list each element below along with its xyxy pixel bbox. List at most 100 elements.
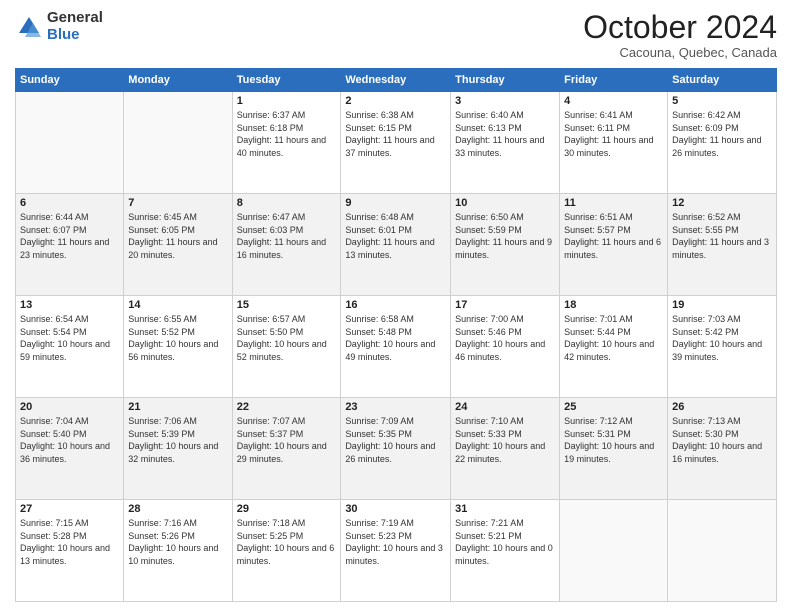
day-info: Sunrise: 7:16 AM Sunset: 5:26 PM Dayligh… [128, 517, 227, 567]
day-number: 9 [345, 197, 446, 209]
week-row-5: 27Sunrise: 7:15 AM Sunset: 5:28 PM Dayli… [16, 500, 777, 602]
day-info: Sunrise: 6:41 AM Sunset: 6:11 PM Dayligh… [564, 109, 663, 159]
day-info: Sunrise: 7:19 AM Sunset: 5:23 PM Dayligh… [345, 517, 446, 567]
day-cell: 22Sunrise: 7:07 AM Sunset: 5:37 PM Dayli… [232, 398, 341, 500]
title-block: October 2024 Cacouna, Quebec, Canada [583, 10, 777, 60]
subtitle: Cacouna, Quebec, Canada [583, 45, 777, 60]
day-info: Sunrise: 7:09 AM Sunset: 5:35 PM Dayligh… [345, 415, 446, 465]
day-info: Sunrise: 7:12 AM Sunset: 5:31 PM Dayligh… [564, 415, 663, 465]
day-number: 19 [672, 299, 772, 311]
logo-text: General Blue [47, 10, 103, 43]
day-info: Sunrise: 6:40 AM Sunset: 6:13 PM Dayligh… [455, 109, 555, 159]
day-cell: 26 Sunrise: 7:13 AM Sunset: 5:30 PM Dayli… [668, 398, 777, 500]
day-number: 20 [20, 401, 119, 413]
day-cell: 16 Sunrise: 6:58 AM Sunset: 5:48 PM Dayli… [341, 296, 451, 398]
col-header-thursday: Thursday [451, 69, 560, 92]
day-info: Sunrise: 7:01 AM Sunset: 5:44 PM Dayligh… [564, 313, 663, 363]
day-number: 29 [237, 503, 337, 515]
week-row-2: 6Sunrise: 6:44 AM Sunset: 6:07 PM Daylig… [16, 194, 777, 296]
day-cell [560, 500, 668, 602]
day-cell: 29 Sunrise: 7:18 AM Sunset: 5:25 PM Dayli… [232, 500, 341, 602]
day-info: Sunrise: 7:18 AM Sunset: 5:25 PM Dayligh… [237, 517, 337, 567]
day-cell: 4 Sunrise: 6:41 AM Sunset: 6:11 PM Daylig… [560, 92, 668, 194]
day-info: Sunrise: 7:21 AM Sunset: 5:21 PM Dayligh… [455, 517, 555, 567]
day-number: 23 [345, 401, 446, 413]
day-info: Sunrise: 6:52 AM Sunset: 5:55 PM Dayligh… [672, 211, 772, 261]
header-row: SundayMondayTuesdayWednesdayThursdayFrid… [16, 69, 777, 92]
day-cell: 15 Sunrise: 6:57 AM Sunset: 5:50 PM Dayli… [232, 296, 341, 398]
day-info: Sunrise: 6:45 AM Sunset: 6:05 PM Dayligh… [128, 211, 227, 261]
col-header-saturday: Saturday [668, 69, 777, 92]
day-cell: 19Sunrise: 7:03 AM Sunset: 5:42 PM Dayli… [668, 296, 777, 398]
day-cell: 2 Sunrise: 6:38 AM Sunset: 6:15 PM Daylig… [341, 92, 451, 194]
day-cell [668, 500, 777, 602]
day-number: 15 [237, 299, 337, 311]
day-cell: 30 Sunrise: 7:19 AM Sunset: 5:23 PM Dayli… [341, 500, 451, 602]
day-info: Sunrise: 6:38 AM Sunset: 6:15 PM Dayligh… [345, 109, 446, 159]
day-info: Sunrise: 7:07 AM Sunset: 5:37 PM Dayligh… [237, 415, 337, 465]
day-info: Sunrise: 6:58 AM Sunset: 5:48 PM Dayligh… [345, 313, 446, 363]
col-header-tuesday: Tuesday [232, 69, 341, 92]
day-number: 21 [128, 401, 227, 413]
col-header-monday: Monday [124, 69, 232, 92]
day-number: 30 [345, 503, 446, 515]
day-number: 1 [237, 95, 337, 107]
day-number: 16 [345, 299, 446, 311]
logo-general: General [47, 10, 103, 27]
day-cell [16, 92, 124, 194]
day-cell: 7 Sunrise: 6:45 AM Sunset: 6:05 PM Daylig… [124, 194, 232, 296]
day-number: 17 [455, 299, 555, 311]
day-cell: 1Sunrise: 6:37 AM Sunset: 6:18 PM Daylig… [232, 92, 341, 194]
day-info: Sunrise: 7:13 AM Sunset: 5:30 PM Dayligh… [672, 415, 772, 465]
day-info: Sunrise: 6:54 AM Sunset: 5:54 PM Dayligh… [20, 313, 119, 363]
day-info: Sunrise: 6:51 AM Sunset: 5:57 PM Dayligh… [564, 211, 663, 261]
day-info: Sunrise: 6:57 AM Sunset: 5:50 PM Dayligh… [237, 313, 337, 363]
day-number: 14 [128, 299, 227, 311]
day-cell: 8Sunrise: 6:47 AM Sunset: 6:03 PM Daylig… [232, 194, 341, 296]
day-number: 13 [20, 299, 119, 311]
day-cell: 20Sunrise: 7:04 AM Sunset: 5:40 PM Dayli… [16, 398, 124, 500]
logo: General Blue [15, 10, 103, 43]
day-number: 7 [128, 197, 227, 209]
day-number: 18 [564, 299, 663, 311]
day-cell [124, 92, 232, 194]
day-cell: 13 Sunrise: 6:54 AM Sunset: 5:54 PM Dayli… [16, 296, 124, 398]
day-number: 25 [564, 401, 663, 413]
day-cell: 31 Sunrise: 7:21 AM Sunset: 5:21 PM Dayli… [451, 500, 560, 602]
logo-blue: Blue [47, 27, 103, 44]
day-cell: 27Sunrise: 7:15 AM Sunset: 5:28 PM Dayli… [16, 500, 124, 602]
week-row-1: 1Sunrise: 6:37 AM Sunset: 6:18 PM Daylig… [16, 92, 777, 194]
day-info: Sunrise: 7:06 AM Sunset: 5:39 PM Dayligh… [128, 415, 227, 465]
day-cell: 23 Sunrise: 7:09 AM Sunset: 5:35 PM Dayli… [341, 398, 451, 500]
day-number: 2 [345, 95, 446, 107]
col-header-sunday: Sunday [16, 69, 124, 92]
week-row-3: 13 Sunrise: 6:54 AM Sunset: 5:54 PM Dayli… [16, 296, 777, 398]
day-number: 3 [455, 95, 555, 107]
page: General Blue October 2024 Cacouna, Quebe… [0, 0, 792, 612]
day-info: Sunrise: 6:44 AM Sunset: 6:07 PM Dayligh… [20, 211, 119, 261]
header: General Blue October 2024 Cacouna, Quebe… [15, 10, 777, 60]
day-number: 31 [455, 503, 555, 515]
day-number: 26 [672, 401, 772, 413]
day-info: Sunrise: 7:10 AM Sunset: 5:33 PM Dayligh… [455, 415, 555, 465]
col-header-wednesday: Wednesday [341, 69, 451, 92]
day-number: 4 [564, 95, 663, 107]
day-info: Sunrise: 6:48 AM Sunset: 6:01 PM Dayligh… [345, 211, 446, 261]
day-number: 27 [20, 503, 119, 515]
day-info: Sunrise: 6:50 AM Sunset: 5:59 PM Dayligh… [455, 211, 555, 261]
day-cell: 14 Sunrise: 6:55 AM Sunset: 5:52 PM Dayli… [124, 296, 232, 398]
day-cell: 28Sunrise: 7:16 AM Sunset: 5:26 PM Dayli… [124, 500, 232, 602]
day-number: 11 [564, 197, 663, 209]
day-cell: 10Sunrise: 6:50 AM Sunset: 5:59 PM Dayli… [451, 194, 560, 296]
day-cell: 21 Sunrise: 7:06 AM Sunset: 5:39 PM Dayli… [124, 398, 232, 500]
day-number: 12 [672, 197, 772, 209]
day-info: Sunrise: 6:55 AM Sunset: 5:52 PM Dayligh… [128, 313, 227, 363]
month-title: October 2024 [583, 10, 777, 45]
day-number: 8 [237, 197, 337, 209]
day-cell: 3 Sunrise: 6:40 AM Sunset: 6:13 PM Daylig… [451, 92, 560, 194]
calendar-table: SundayMondayTuesdayWednesdayThursdayFrid… [15, 68, 777, 602]
day-info: Sunrise: 6:42 AM Sunset: 6:09 PM Dayligh… [672, 109, 772, 159]
logo-icon [15, 13, 43, 41]
day-cell: 5Sunrise: 6:42 AM Sunset: 6:09 PM Daylig… [668, 92, 777, 194]
col-header-friday: Friday [560, 69, 668, 92]
